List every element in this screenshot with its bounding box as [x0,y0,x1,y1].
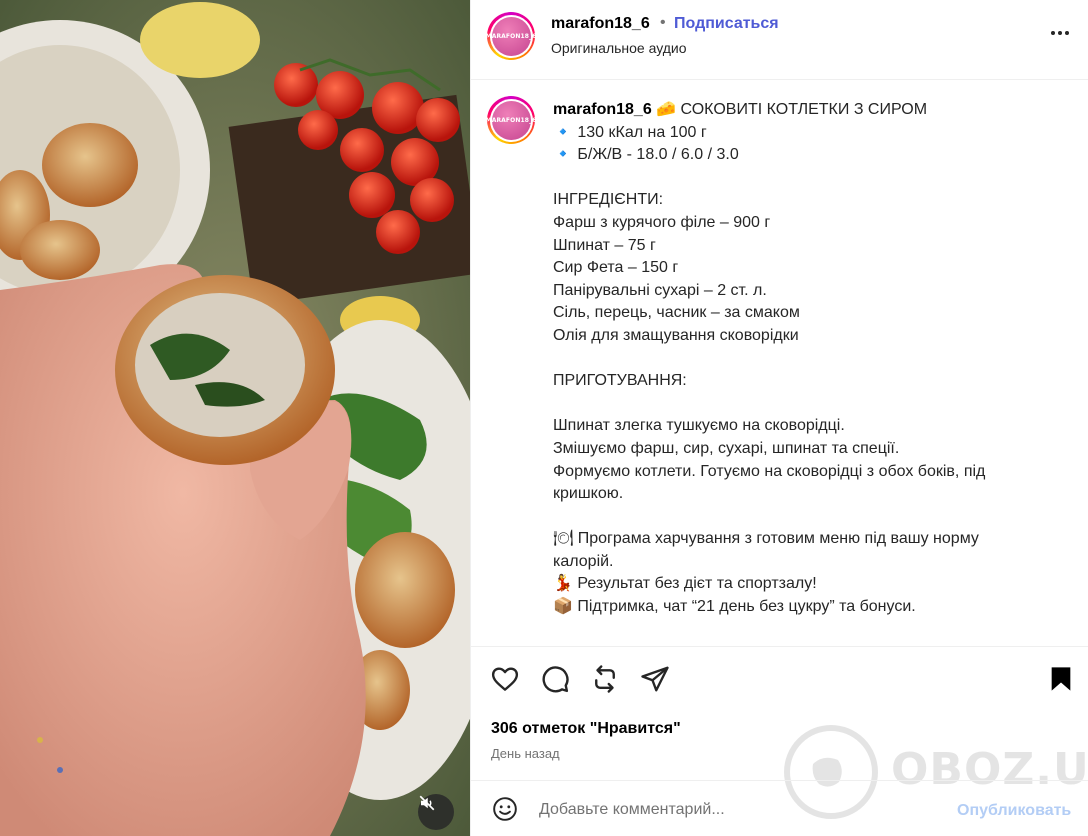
save-button[interactable] [1045,665,1077,697]
heart-icon [490,664,520,699]
post-date[interactable]: День назад [491,746,560,761]
emoji-button[interactable] [491,796,519,827]
bookmark-icon [1047,665,1075,698]
send-icon [640,664,670,699]
follow-button[interactable]: Подписаться [674,15,779,33]
more-options-button[interactable] [1047,22,1073,48]
like-button[interactable] [489,665,521,697]
publish-button[interactable]: Опубликовать [957,802,1071,820]
caption-clip [471,636,1088,646]
separator-dot: • [660,14,666,31]
avatar-text: MARAFON18_6 [485,32,537,40]
repost-icon [590,664,620,699]
caption-username[interactable]: marafon18_6 [553,101,652,118]
author-username[interactable]: marafon18_6 [551,15,650,33]
caption-avatar[interactable]: MARAFON18_6 [485,96,537,144]
post-header: MARAFON18_6 marafon18_6 • Подписаться Ор… [471,0,1088,80]
caption-avatar-text: MARAFON18_6 [485,116,537,124]
audio-link[interactable]: Оригинальное аудио [551,40,687,56]
post-media[interactable] [0,0,470,836]
comment-button[interactable] [539,665,571,697]
likes-count[interactable]: 306 отметок "Нравится" [491,720,681,738]
comment-icon [540,664,570,699]
food-photo [0,0,470,836]
mute-button[interactable] [418,794,454,830]
comment-bar: Опубликовать [471,780,1088,836]
repost-button[interactable] [589,664,621,699]
post-panel: MARAFON18_6 marafon18_6 • Подписаться Ор… [470,0,1088,836]
avatar[interactable]: MARAFON18_6 [485,12,537,60]
more-horizontal-icon [1048,21,1072,50]
emoji-icon [492,796,518,827]
caption-text: marafon18_6 🧀 СОКОВИТІ КОТЛЕТКИ З СИРОМ … [553,99,1043,646]
comment-input[interactable] [539,797,949,823]
caption-section[interactable]: MARAFON18_6 marafon18_6 🧀 СОКОВИТІ КОТЛЕ… [471,80,1088,646]
share-button[interactable] [639,665,671,697]
caption-body: 🧀 СОКОВИТІ КОТЛЕТКИ З СИРОМ 🔹 130 кКал н… [553,101,986,646]
